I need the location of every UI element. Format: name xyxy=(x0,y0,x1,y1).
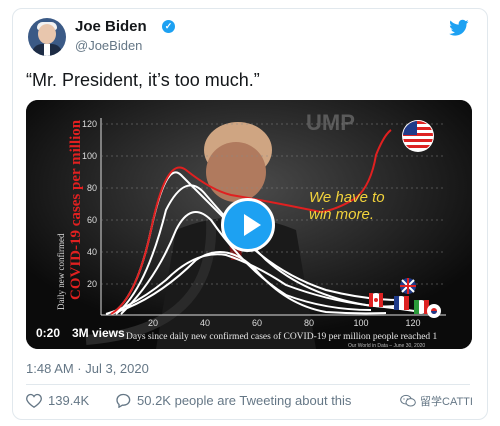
chart-ylabel: COVID-19 cases per million xyxy=(68,119,84,300)
author-name[interactable]: Joe Biden xyxy=(75,18,147,35)
y-tick: 60 xyxy=(87,215,97,225)
x-tick: 60 xyxy=(252,318,262,328)
y-tick: 20 xyxy=(87,279,97,289)
tweeting-link[interactable]: 50.2K people are Tweeting about this xyxy=(115,393,351,408)
comment-icon xyxy=(116,393,131,408)
south-korea-flag-icon xyxy=(427,304,441,318)
uk-flag-icon xyxy=(400,278,416,294)
play-icon xyxy=(244,214,261,236)
watermark: 留学CATTI xyxy=(400,393,473,409)
speaker-face xyxy=(206,142,266,202)
overlay-text-line2: win more. xyxy=(309,206,374,223)
y-tick: 40 xyxy=(87,247,97,257)
verified-badge-icon: ✓ xyxy=(162,20,175,33)
y-tick: 120 xyxy=(82,119,97,129)
x-tick: 120 xyxy=(405,318,420,328)
avatar[interactable] xyxy=(28,18,66,56)
play-button[interactable] xyxy=(221,198,275,252)
italy-flag-icon xyxy=(414,300,429,314)
us-flag-icon xyxy=(402,120,434,152)
y-tick: 100 xyxy=(82,151,97,161)
x-tick: 40 xyxy=(200,318,210,328)
divider xyxy=(26,384,470,385)
x-tick: 20 xyxy=(148,318,158,328)
tweet-text: “Mr. President, it’s too much.” xyxy=(26,70,260,90)
x-tick: 80 xyxy=(304,318,314,328)
video-time: 0:20 xyxy=(36,326,61,340)
y-tick: 80 xyxy=(87,183,97,193)
background-sign: UMP xyxy=(306,110,355,135)
chart-source: Our World in Data – June 30, 2020 xyxy=(348,343,425,349)
heart-icon xyxy=(26,393,42,408)
wechat-icon xyxy=(400,394,416,407)
video-views: 3M views xyxy=(72,326,125,340)
chart-xlabel: Days since daily new confirmed cases of … xyxy=(126,331,438,342)
like-count: 139.4K xyxy=(48,393,90,408)
x-tick: 100 xyxy=(353,318,368,328)
watermark-text: 留学CATTI xyxy=(420,396,473,408)
tweeting-text: 50.2K people are Tweeting about this xyxy=(137,393,352,408)
canada-flag-icon xyxy=(369,293,383,307)
author-handle[interactable]: @JoeBiden xyxy=(75,38,142,53)
video-player[interactable]: UMP 120 100 80 60 40 20 20 40 60 80 100 … xyxy=(26,100,472,349)
twitter-bird-icon[interactable] xyxy=(449,19,469,37)
overlay-text-line1: We have to xyxy=(309,189,385,206)
france-flag-icon xyxy=(394,296,409,310)
chart-ylabel-sub: Daily new confirmed xyxy=(56,233,66,310)
tweet-timestamp[interactable]: 1:48 AM · Jul 3, 2020 xyxy=(26,361,149,376)
like-button[interactable]: 139.4K xyxy=(26,393,89,408)
